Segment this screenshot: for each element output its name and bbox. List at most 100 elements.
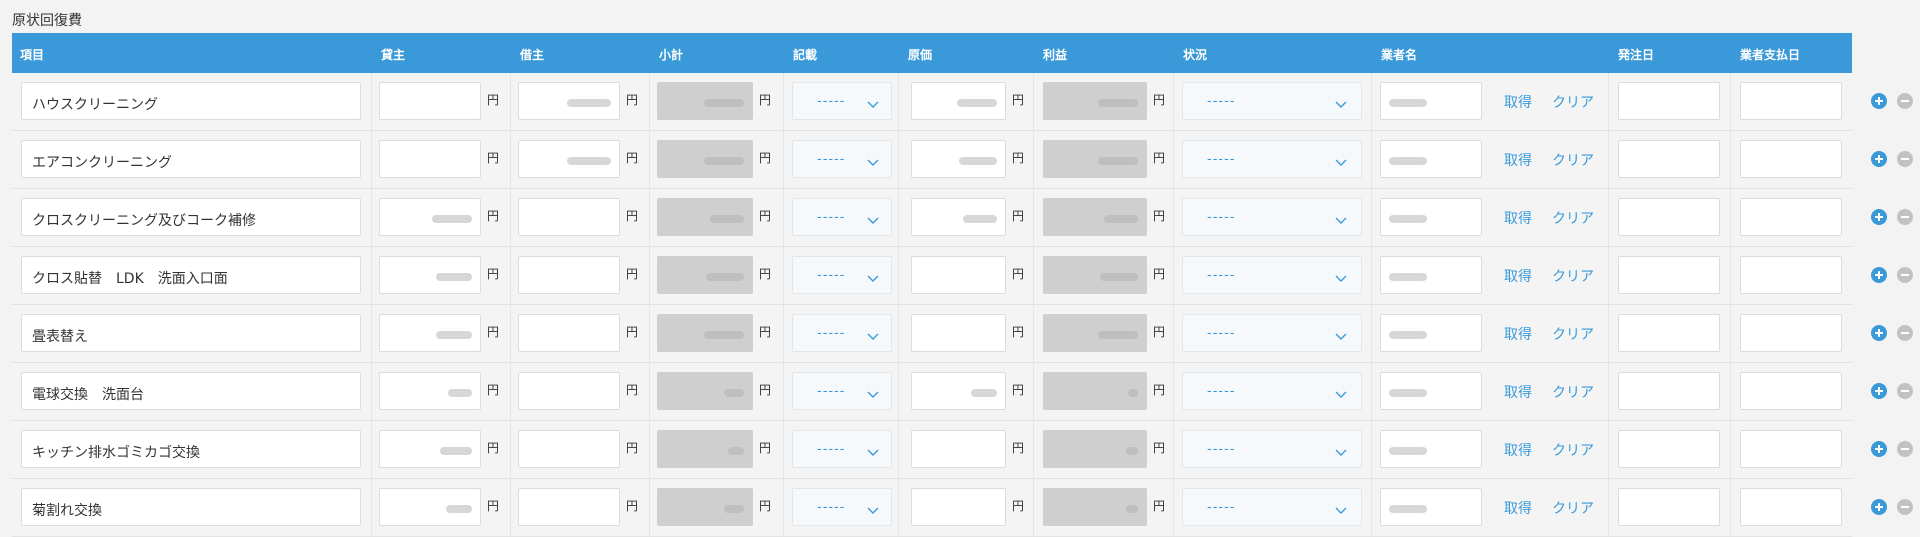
- vendor-payment-date-input[interactable]: [1740, 372, 1842, 410]
- order-date-input[interactable]: [1618, 430, 1720, 468]
- item-name-input[interactable]: クロス貼替 LDK 洗面入口面: [21, 256, 361, 294]
- item-name-input[interactable]: エアコンクリーニング: [21, 140, 361, 178]
- add-row-icon[interactable]: [1871, 93, 1887, 109]
- cost-amount-input[interactable]: [911, 82, 1006, 120]
- fetch-vendor-link[interactable]: 取得: [1504, 440, 1532, 460]
- item-name-input[interactable]: 畳表替え: [21, 314, 361, 352]
- fetch-vendor-link[interactable]: 取得: [1504, 324, 1532, 344]
- landlord-amount-input[interactable]: [379, 314, 481, 352]
- clear-vendor-link[interactable]: クリア: [1552, 266, 1594, 286]
- vendor-name-input[interactable]: [1380, 314, 1482, 352]
- entry-select[interactable]: -----: [792, 430, 892, 468]
- entry-select[interactable]: -----: [792, 198, 892, 236]
- vendor-payment-date-input[interactable]: [1740, 314, 1842, 352]
- remove-row-icon[interactable]: [1897, 441, 1913, 457]
- status-select[interactable]: -----: [1182, 140, 1362, 178]
- add-row-icon[interactable]: [1871, 267, 1887, 283]
- order-date-input[interactable]: [1618, 82, 1720, 120]
- clear-vendor-link[interactable]: クリア: [1552, 92, 1594, 112]
- tenant-amount-input[interactable]: [518, 488, 620, 526]
- order-date-input[interactable]: [1618, 198, 1720, 236]
- vendor-payment-date-input[interactable]: [1740, 82, 1842, 120]
- landlord-amount-input[interactable]: [379, 430, 481, 468]
- order-date-input[interactable]: [1618, 488, 1720, 526]
- item-name-input[interactable]: キッチン排水ゴミカゴ交換: [21, 430, 361, 468]
- fetch-vendor-link[interactable]: 取得: [1504, 208, 1532, 228]
- vendor-payment-date-input[interactable]: [1740, 430, 1842, 468]
- status-select[interactable]: -----: [1182, 488, 1362, 526]
- landlord-amount-input[interactable]: [379, 372, 481, 410]
- cost-amount-input[interactable]: [911, 430, 1006, 468]
- order-date-input[interactable]: [1618, 372, 1720, 410]
- cost-amount-input[interactable]: [911, 314, 1006, 352]
- tenant-amount-input[interactable]: [518, 198, 620, 236]
- entry-select[interactable]: -----: [792, 314, 892, 352]
- cost-amount-input[interactable]: [911, 372, 1006, 410]
- fetch-vendor-link[interactable]: 取得: [1504, 92, 1532, 112]
- clear-vendor-link[interactable]: クリア: [1552, 440, 1594, 460]
- order-date-input[interactable]: [1618, 256, 1720, 294]
- vendor-payment-date-input[interactable]: [1740, 140, 1842, 178]
- cost-amount-input[interactable]: [911, 256, 1006, 294]
- clear-vendor-link[interactable]: クリア: [1552, 498, 1594, 518]
- vendor-payment-date-input[interactable]: [1740, 488, 1842, 526]
- tenant-amount-input[interactable]: [518, 140, 620, 178]
- remove-row-icon[interactable]: [1897, 383, 1913, 399]
- cost-amount-input[interactable]: [911, 488, 1006, 526]
- vendor-name-input[interactable]: [1380, 430, 1482, 468]
- landlord-amount-input[interactable]: [379, 488, 481, 526]
- tenant-amount-input[interactable]: [518, 256, 620, 294]
- status-select[interactable]: -----: [1182, 198, 1362, 236]
- item-name-input[interactable]: 電球交換 洗面台: [21, 372, 361, 410]
- landlord-amount-input[interactable]: [379, 82, 481, 120]
- entry-select[interactable]: -----: [792, 372, 892, 410]
- clear-vendor-link[interactable]: クリア: [1552, 208, 1594, 228]
- fetch-vendor-link[interactable]: 取得: [1504, 266, 1532, 286]
- vendor-payment-date-input[interactable]: [1740, 256, 1842, 294]
- tenant-amount-input[interactable]: [518, 314, 620, 352]
- status-select[interactable]: -----: [1182, 314, 1362, 352]
- landlord-amount-input[interactable]: [379, 256, 481, 294]
- vendor-name-input[interactable]: [1380, 140, 1482, 178]
- vendor-name-input[interactable]: [1380, 198, 1482, 236]
- remove-row-icon[interactable]: [1897, 209, 1913, 225]
- status-select[interactable]: -----: [1182, 256, 1362, 294]
- tenant-amount-input[interactable]: [518, 82, 620, 120]
- add-row-icon[interactable]: [1871, 441, 1887, 457]
- add-row-icon[interactable]: [1871, 383, 1887, 399]
- entry-select[interactable]: -----: [792, 82, 892, 120]
- tenant-amount-input[interactable]: [518, 372, 620, 410]
- vendor-name-input[interactable]: [1380, 372, 1482, 410]
- cost-amount-input[interactable]: [911, 198, 1006, 236]
- status-select[interactable]: -----: [1182, 430, 1362, 468]
- remove-row-icon[interactable]: [1897, 267, 1913, 283]
- item-name-input[interactable]: 菊割れ交換: [21, 488, 361, 526]
- remove-row-icon[interactable]: [1897, 93, 1913, 109]
- entry-select[interactable]: -----: [792, 140, 892, 178]
- clear-vendor-link[interactable]: クリア: [1552, 324, 1594, 344]
- remove-row-icon[interactable]: [1897, 151, 1913, 167]
- fetch-vendor-link[interactable]: 取得: [1504, 150, 1532, 170]
- vendor-name-input[interactable]: [1380, 488, 1482, 526]
- clear-vendor-link[interactable]: クリア: [1552, 382, 1594, 402]
- status-select[interactable]: -----: [1182, 82, 1362, 120]
- fetch-vendor-link[interactable]: 取得: [1504, 382, 1532, 402]
- cost-amount-input[interactable]: [911, 140, 1006, 178]
- order-date-input[interactable]: [1618, 140, 1720, 178]
- vendor-name-input[interactable]: [1380, 256, 1482, 294]
- clear-vendor-link[interactable]: クリア: [1552, 150, 1594, 170]
- add-row-icon[interactable]: [1871, 209, 1887, 225]
- fetch-vendor-link[interactable]: 取得: [1504, 498, 1532, 518]
- remove-row-icon[interactable]: [1897, 499, 1913, 515]
- entry-select[interactable]: -----: [792, 488, 892, 526]
- vendor-payment-date-input[interactable]: [1740, 198, 1842, 236]
- landlord-amount-input[interactable]: [379, 140, 481, 178]
- item-name-input[interactable]: クロスクリーニング及びコーク補修: [21, 198, 361, 236]
- remove-row-icon[interactable]: [1897, 325, 1913, 341]
- tenant-amount-input[interactable]: [518, 430, 620, 468]
- item-name-input[interactable]: ハウスクリーニング: [21, 82, 361, 120]
- order-date-input[interactable]: [1618, 314, 1720, 352]
- landlord-amount-input[interactable]: [379, 198, 481, 236]
- add-row-icon[interactable]: [1871, 151, 1887, 167]
- add-row-icon[interactable]: [1871, 499, 1887, 515]
